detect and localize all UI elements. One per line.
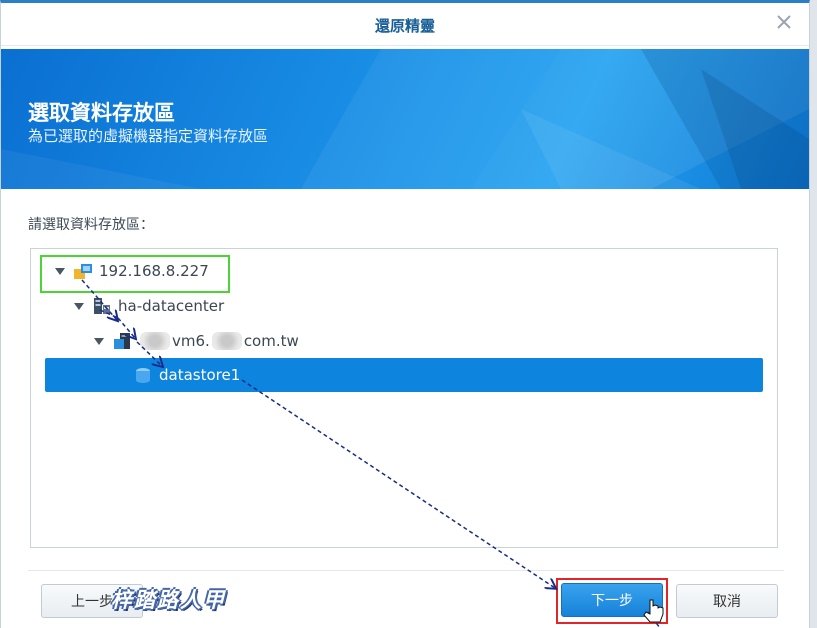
expand-arrow-icon[interactable] <box>55 267 65 275</box>
tree-node-host[interactable]: 192.168.8.227 <box>55 254 209 288</box>
wizard-banner: 選取資料存放區 為已選取的虛擬機器指定資料存放區 <box>1 49 809 189</box>
background-edge <box>810 0 817 628</box>
datastore-icon <box>136 368 150 383</box>
watermark-text: 梓踏路人甲 <box>111 588 226 612</box>
redacted-text <box>211 332 242 350</box>
expand-arrow-icon[interactable] <box>94 337 104 345</box>
cancel-button[interactable]: 取消 <box>676 584 778 618</box>
close-icon[interactable] <box>775 13 793 31</box>
dialog-title: 還原精靈 <box>374 17 435 35</box>
expand-arrow-icon[interactable] <box>74 302 84 310</box>
tree-node-label: vm6. <box>172 332 210 350</box>
banner-subheading: 為已選取的虛擬機器指定資料存放區 <box>28 127 269 145</box>
server-icon <box>114 333 130 349</box>
datastore-tree: 192.168.8.227 ha-datacenter vm6. com.tw … <box>30 248 778 548</box>
tree-node-datastore[interactable]: datastore1 <box>45 358 763 392</box>
tree-node-datacenter[interactable]: ha-datacenter <box>74 289 224 323</box>
tree-node-label: 192.168.8.227 <box>99 262 209 280</box>
footer-divider <box>28 570 784 571</box>
tree-node-server[interactable]: vm6. com.tw <box>94 324 299 358</box>
redacted-text <box>140 332 170 350</box>
datacenter-icon <box>94 298 110 314</box>
restore-wizard-dialog: 還原精靈 選取資料存放區 為已選取的虛擬機器指定資料存放區 請選取資料存放區： … <box>0 0 810 628</box>
tree-node-label: ha-datacenter <box>118 297 225 315</box>
title-bar: 還原精靈 <box>1 3 809 46</box>
tree-node-label: datastore1 <box>159 366 241 384</box>
host-icon <box>74 264 92 279</box>
tree-node-label-suffix: com.tw <box>243 332 299 350</box>
banner-heading: 選取資料存放區 <box>28 101 175 125</box>
datastore-prompt: 請選取資料存放區： <box>28 217 154 233</box>
next-button[interactable]: 下一步 <box>561 583 663 617</box>
